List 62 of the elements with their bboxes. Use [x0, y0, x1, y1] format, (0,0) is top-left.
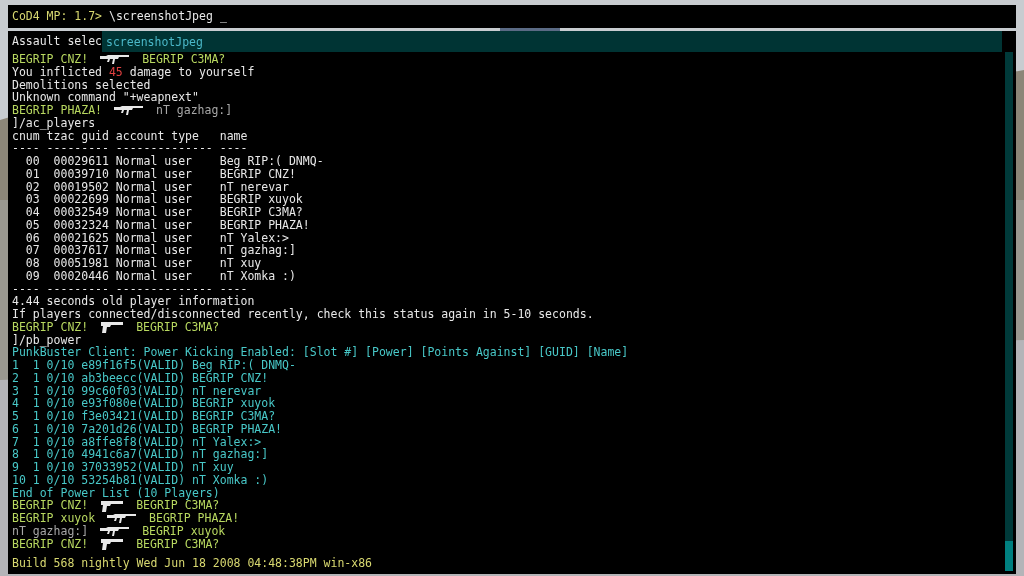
console-prompt: CoD4 MP: 1.7> — [12, 7, 102, 25]
player-name: BEGRIP xuyok — [142, 524, 226, 538]
console-line: 03 00022699 Normal user BEGRIP xuyok — [24, 193, 303, 206]
player-name: BEGRIP CNZ! — [12, 499, 89, 512]
console-line: 4.44 seconds old player information — [12, 295, 255, 308]
console-line: Assault selec — [11, 32, 102, 50]
text-cursor: _ — [219, 7, 227, 25]
player-name: BEGRIP CNZ! — [12, 320, 89, 334]
console-line: End of Power List (10 Players) — [12, 486, 220, 500]
command-input[interactable]: CoD4 MP: 1.7> \screenshotJpeg _ — [8, 5, 1016, 28]
console-line: 01 00039710 Normal user BEGRIP CNZ! — [24, 167, 296, 181]
player-name: BEGRIP C3MA? — [136, 499, 220, 512]
rifle-icon — [107, 512, 138, 525]
console-line: You inflicted 45 damage to yourself — [12, 65, 255, 79]
player-name: BEGRIP CNZ! — [12, 53, 89, 66]
pistol-icon — [100, 499, 125, 512]
player-name: BEGRIP CNZ! — [12, 537, 89, 551]
console-line: 9 1 0/10 37033952(VALID) nT xuy — [12, 461, 234, 474]
console-line: ]/pb_power — [12, 333, 82, 347]
console-line: 7 1 0/10 a8ffe8f8(VALID) nT Yalex:> — [12, 435, 262, 449]
pistol-icon — [100, 537, 125, 550]
player-name: nT gazhag:] — [12, 524, 89, 538]
pistol-icon — [100, 321, 125, 334]
console-line: ---- --------- -------------- ---- — [12, 142, 248, 155]
console-line: ]/ac_players — [12, 116, 96, 130]
console-line: 07 00037617 Normal user nT gazhag:] — [24, 244, 296, 257]
console-line: 3 1 0/10 99c60f03(VALID) nT nerevar — [12, 384, 262, 398]
player-name: nT gazhag:] — [156, 104, 233, 117]
console-line: ---- --------- -------------- ---- — [12, 282, 248, 296]
console-line: 10 1 0/10 53254b81(VALID) nT Xomka :) — [12, 473, 269, 487]
console-line: 5 1 0/10 f3e03421(VALID) BEGRIP C3MA? — [12, 410, 276, 423]
player-name: BEGRIP xuyok — [12, 512, 96, 525]
console-line: 1 1 0/10 e89f16f5(VALID) Beg RIP:( DNMQ- — [12, 359, 296, 372]
rifle-icon — [100, 525, 131, 538]
console-line: 2 1 0/10 ab3beecc(VALID) BEGRIP CNZ! — [12, 371, 269, 385]
rifle-icon — [100, 53, 131, 66]
console-line: cnum tzac guid account type name — [12, 129, 248, 143]
player-name: BEGRIP C3MA? — [136, 537, 220, 551]
autocomplete-suggestion[interactable]: screenshotJpeg — [102, 31, 1002, 52]
console-line: PunkBuster Client: Power Kicking Enabled: [Slot #] [Power] [Points Against] [GUID] [Name] — [12, 346, 629, 359]
rifle-icon — [114, 104, 144, 117]
player-name: BEGRIP C3MA? — [142, 53, 226, 66]
console-line: If players connected/disconnected recently, check this status again in 5-10 seconds. — [12, 308, 594, 321]
console-line: 00 00029611 Normal user Beg RIP:( DNMQ- — [24, 155, 324, 168]
console-line: 06 00021625 Normal user nT Yalex:> — [24, 231, 289, 245]
console-line: 8 1 0/10 4941c6a7(VALID) nT gazhag:] — [12, 448, 269, 461]
console-line: Demolitions selected — [12, 78, 151, 92]
console-line: Unknown command "+weapnext" — [12, 91, 199, 104]
player-name: BEGRIP PHAZA! — [12, 104, 102, 117]
scrollbar[interactable] — [1005, 52, 1013, 572]
scrollbar-thumb[interactable] — [1005, 541, 1013, 572]
console-line: 02 00019502 Normal user nT nerevar — [24, 180, 289, 194]
console-line: 4 1 0/10 e93f080e(VALID) BEGRIP xuyok — [12, 397, 276, 410]
console-line: 04 00032549 Normal user BEGRIP C3MA? — [24, 206, 303, 219]
console-line: 6 1 0/10 7a201d26(VALID) BEGRIP PHAZA! — [12, 422, 283, 436]
build-info: Build 568 nightly Wed Jun 18 2008 04:48:38PM win-x86 — [12, 557, 374, 571]
console-line: 05 00032324 Normal user BEGRIP PHAZA! — [24, 218, 310, 232]
player-name: BEGRIP C3MA? — [136, 320, 220, 334]
input-text: \screenshotJpeg — [109, 7, 213, 25]
console-line: 08 00051981 Normal user nT xuy — [24, 257, 262, 270]
console-line: 09 00020446 Normal user nT Xomka :) — [24, 269, 296, 283]
player-name: BEGRIP PHAZA! — [149, 512, 240, 525]
